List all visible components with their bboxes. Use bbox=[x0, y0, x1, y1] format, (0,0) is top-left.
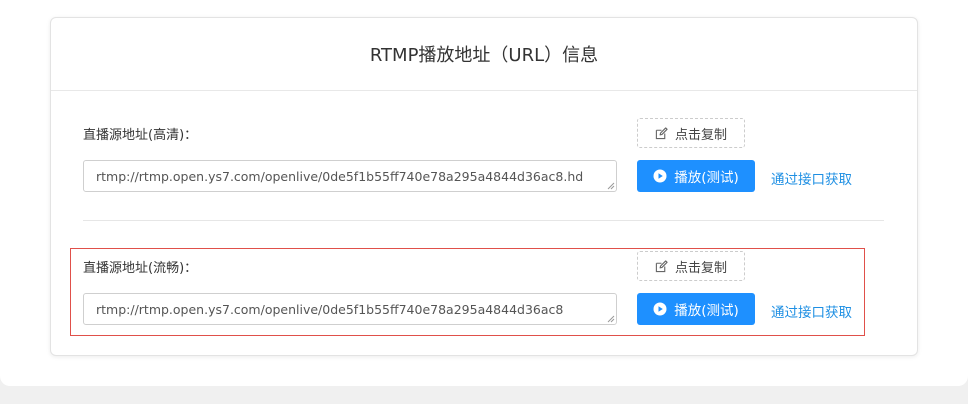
highlight-box bbox=[70, 248, 865, 336]
copy-hd-label: 点击复制 bbox=[674, 127, 727, 143]
rtmp-info-card: RTMP播放地址（URL）信息 直播源地址(高清)： 点击复制 rtmp://r… bbox=[50, 17, 918, 356]
api-hd-link[interactable]: 通过接口获取 bbox=[771, 168, 852, 188]
card-title: RTMP播放地址（URL）信息 bbox=[369, 45, 599, 66]
copy-hd-button[interactable]: 点击复制 bbox=[637, 118, 745, 148]
source-hd-label: 直播源地址(高清)： bbox=[83, 128, 198, 143]
edit-icon bbox=[655, 126, 668, 139]
play-circle-icon bbox=[653, 169, 667, 183]
url-hd-value: rtmp://rtmp.open.ys7.com/openlive/0de5f1… bbox=[96, 168, 584, 184]
play-hd-label: 播放(测试) bbox=[674, 170, 739, 186]
resize-grip-icon[interactable] bbox=[607, 182, 615, 190]
section-divider bbox=[83, 220, 884, 221]
card-header: RTMP播放地址（URL）信息 bbox=[51, 18, 917, 91]
url-hd-field[interactable]: rtmp://rtmp.open.ys7.com/openlive/0de5f1… bbox=[83, 160, 617, 192]
play-hd-button[interactable]: 播放(测试) bbox=[637, 160, 755, 192]
